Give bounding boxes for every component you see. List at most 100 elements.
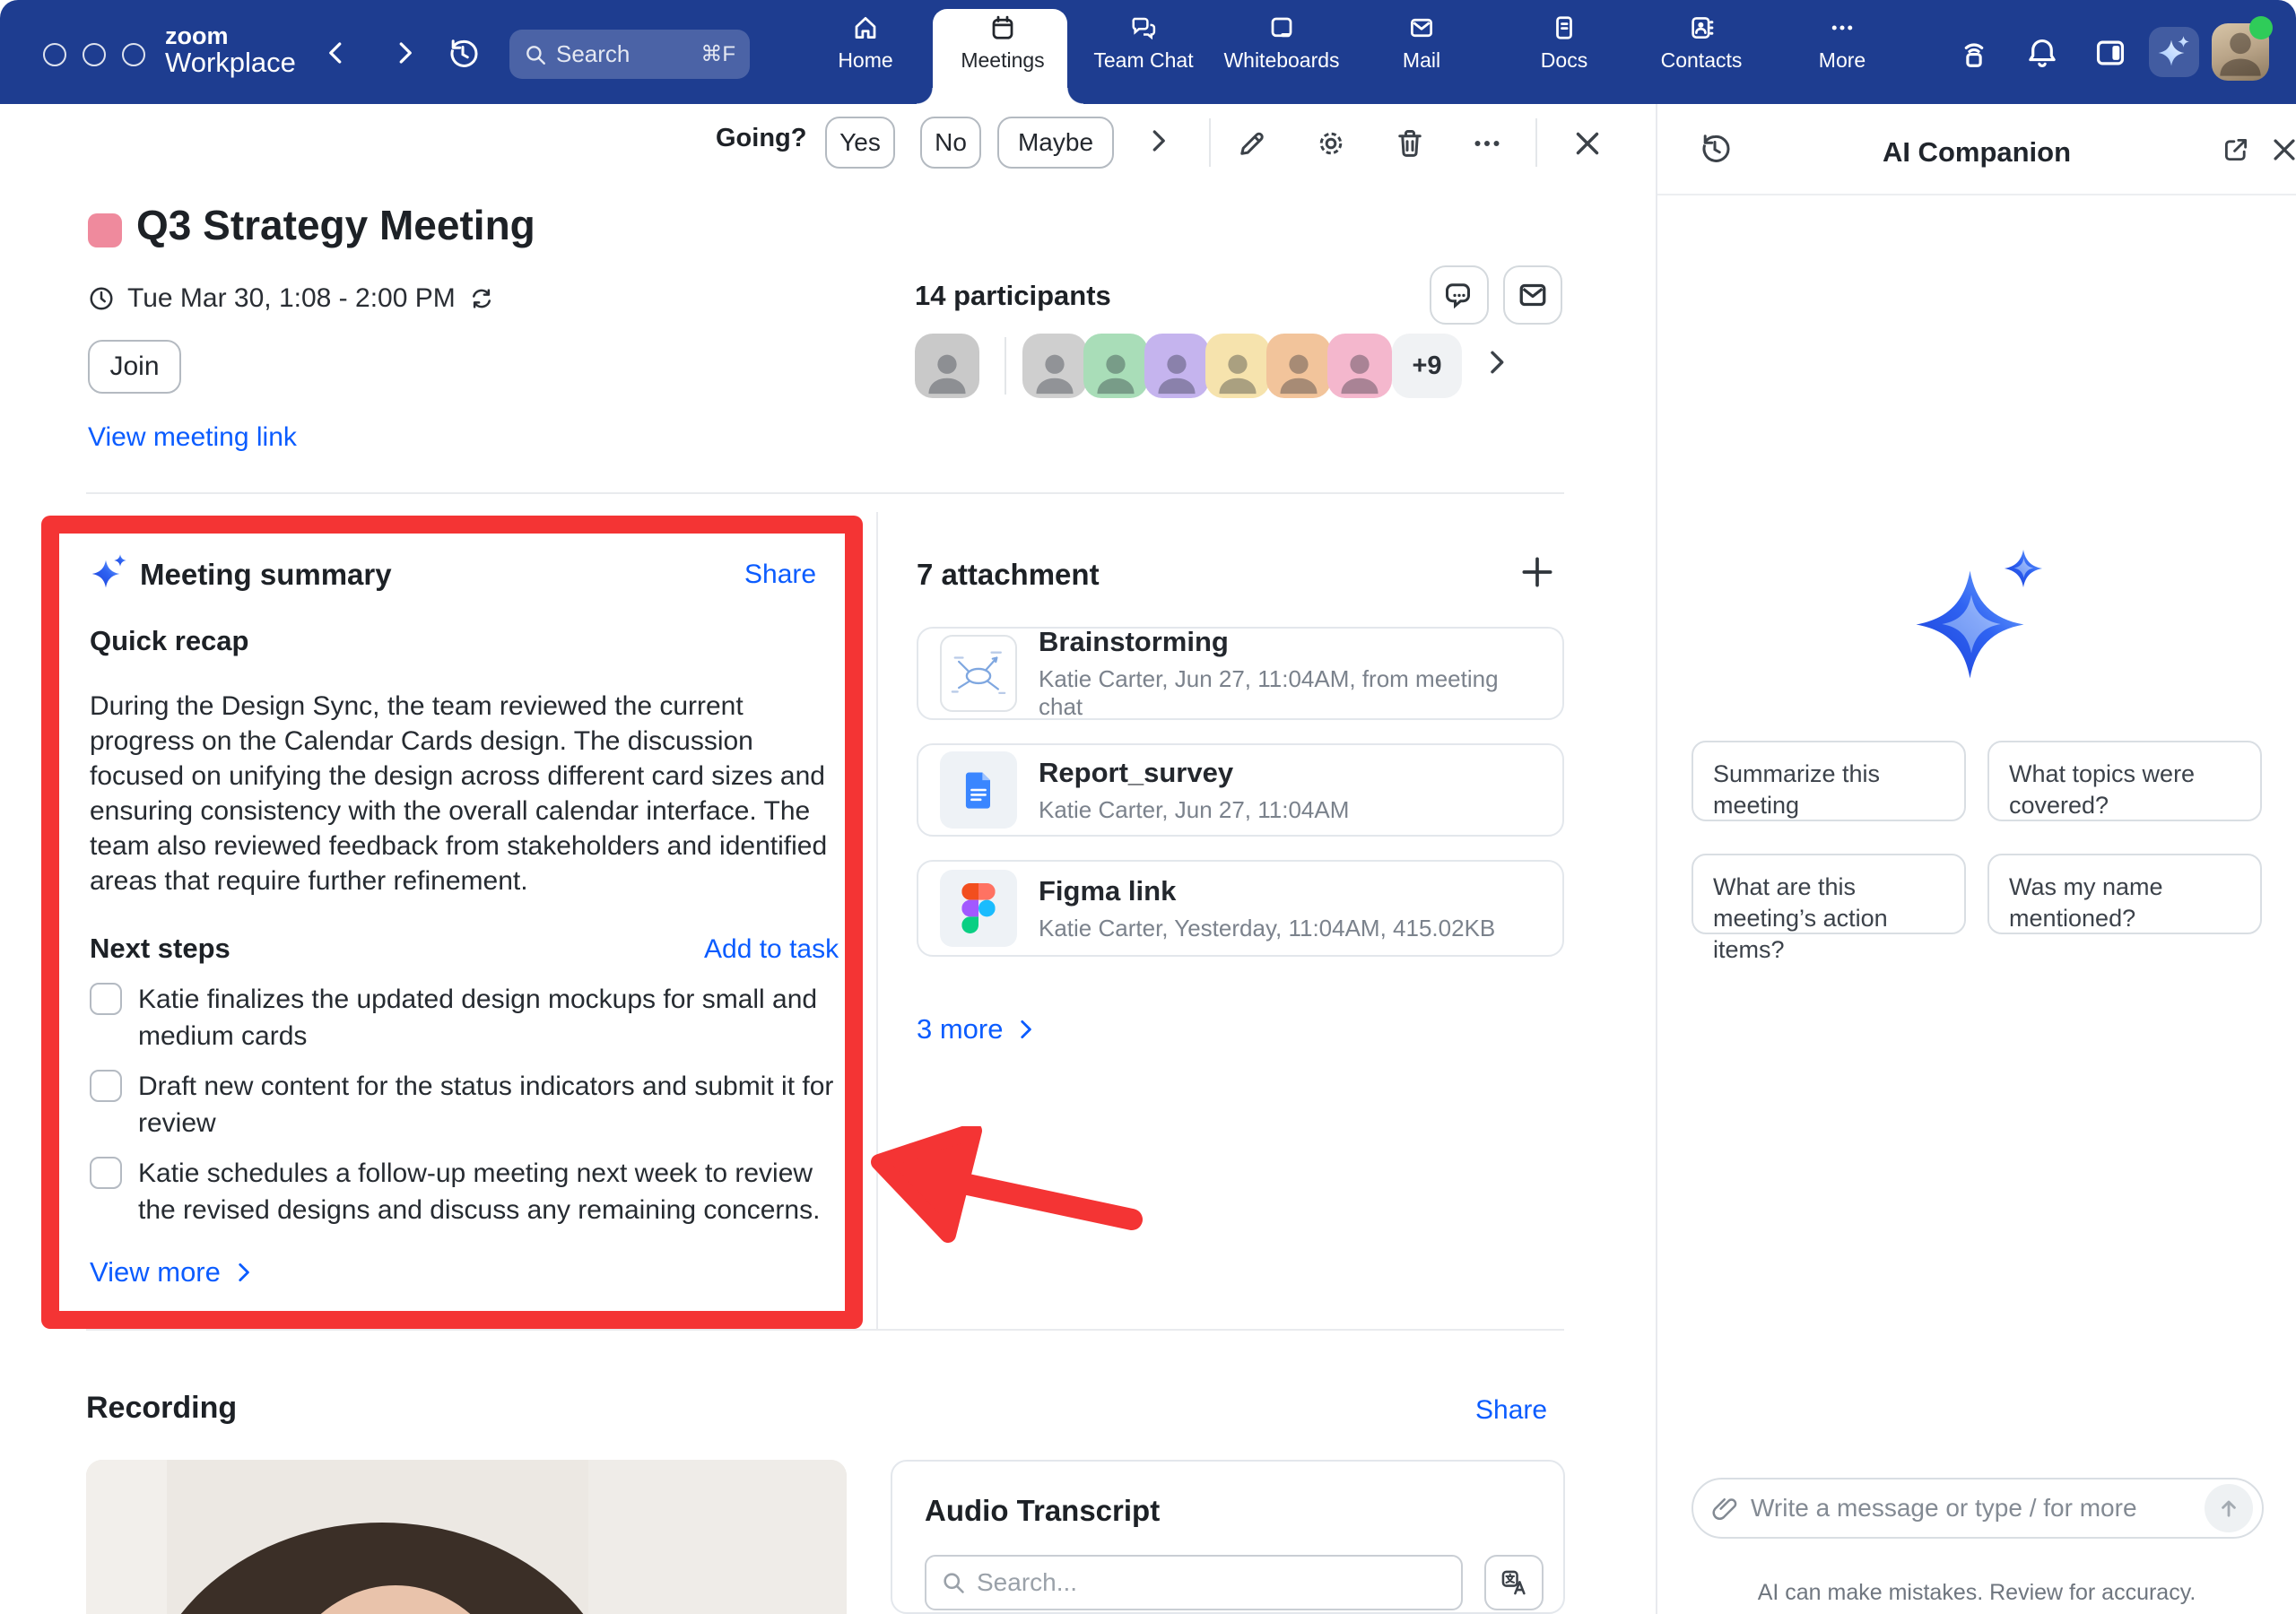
attachment-card-brainstorming[interactable]: Brainstorming Katie Carter, Jun 27, 11:0… <box>917 627 1564 720</box>
notifications-bell-button[interactable] <box>2025 36 2059 70</box>
ai-message-input[interactable]: Write a message or type / for more <box>1692 1478 2264 1539</box>
tab-label: Mail <box>1352 48 1492 73</box>
quick-recap-text: During the Design Sync, the team reviewe… <box>90 689 838 898</box>
ai-chip-topics[interactable]: What topics were covered? <box>1987 741 2262 821</box>
participant-avatar[interactable] <box>1022 334 1087 398</box>
forward-button[interactable] <box>391 39 418 66</box>
ai-companion-toolbar-button[interactable] <box>2149 27 2199 77</box>
tab-mail[interactable]: Mail <box>1352 14 1492 73</box>
window-zoom-button[interactable] <box>122 43 145 66</box>
participant-avatar[interactable] <box>1083 334 1148 398</box>
summary-sparkle-icon <box>90 552 129 592</box>
rsvp-maybe-button[interactable]: Maybe <box>997 117 1114 169</box>
task-item: Draft new content for the status indicat… <box>90 1068 848 1141</box>
tab-contacts[interactable]: Contacts <box>1631 14 1771 73</box>
event-color-chip <box>88 213 122 247</box>
avatar-divider <box>1004 337 1006 395</box>
window-minimize-button[interactable] <box>83 43 106 66</box>
sidebar-toggle-button[interactable] <box>2093 36 2127 70</box>
meeting-time: Tue Mar 30, 1:08 - 2:00 PM <box>127 283 456 314</box>
app-logo: zoom Workplace <box>165 23 296 78</box>
task-text: Katie finalizes the updated design mocku… <box>138 981 848 1054</box>
tab-whiteboards[interactable]: Whiteboards <box>1212 14 1352 73</box>
paperclip-icon[interactable] <box>1711 1495 1738 1522</box>
task-checkbox[interactable] <box>90 983 122 1015</box>
settings-gear-button[interactable] <box>1315 127 1347 160</box>
ai-chip-name-mentioned[interactable]: Was my name mentioned? <box>1987 854 2262 934</box>
attachment-name: Report_survey <box>1039 757 1349 789</box>
chevron-right-icon <box>1013 1018 1037 1041</box>
participant-avatar[interactable] <box>915 334 979 398</box>
view-more-label: View more <box>90 1256 221 1289</box>
attachment-card-report[interactable]: Report_survey Katie Carter, Jun 27, 11:0… <box>917 743 1564 837</box>
top-bar: zoom Workplace Search ⌘F Home Meetings T… <box>0 0 2296 104</box>
rsvp-yes-button[interactable]: Yes <box>825 117 895 169</box>
attachment-meta: Katie Carter, Jun 27, 11:04AM <box>1039 796 1349 824</box>
attachment-meta: Katie Carter, Yesterday, 11:04AM, 415.02… <box>1039 915 1495 942</box>
send-button[interactable] <box>2205 1484 2253 1532</box>
divider <box>1209 118 1211 167</box>
mindmap-thumbnail-icon <box>940 635 1017 712</box>
ai-panel-title: AI Companion <box>1657 136 2296 169</box>
task-checkbox[interactable] <box>90 1070 122 1102</box>
portrait-placeholder <box>86 1460 847 1614</box>
ai-disclaimer: AI can make mistakes. Review for accurac… <box>1657 1580 2296 1606</box>
ai-panel-close-button[interactable] <box>2269 134 2296 165</box>
back-button[interactable] <box>323 39 350 66</box>
tab-home[interactable]: Home <box>796 14 935 73</box>
participants-expand-chevron[interactable] <box>1482 348 1510 377</box>
ai-chip-summarize[interactable]: Summarize this meeting <box>1692 741 1966 821</box>
edit-pencil-button[interactable] <box>1236 127 1268 160</box>
participants-overflow-chip[interactable]: +9 <box>1392 334 1462 398</box>
add-attachment-button[interactable] <box>1518 552 1557 592</box>
tab-docs[interactable]: Docs <box>1494 14 1634 73</box>
tab-label: Home <box>796 48 935 73</box>
tab-meetings[interactable]: Meetings <box>933 14 1073 73</box>
attachments-more-link[interactable]: 3 more <box>917 1013 1037 1046</box>
transcript-search-placeholder: Search... <box>977 1568 1077 1597</box>
tab-label: Contacts <box>1631 48 1771 73</box>
attachment-card-figma[interactable]: Figma link Katie Carter, Yesterday, 11:0… <box>917 860 1564 957</box>
transcript-search-input[interactable]: Search... <box>925 1555 1463 1610</box>
section-divider <box>86 1329 1564 1331</box>
cast-to-device-button[interactable] <box>1957 36 1991 70</box>
task-item: Katie finalizes the updated design mocku… <box>90 981 848 1054</box>
more-options-button[interactable] <box>1471 127 1503 160</box>
recording-title: Recording <box>86 1391 237 1426</box>
attachment-name: Figma link <box>1039 875 1495 907</box>
home-icon <box>796 14 935 41</box>
quick-recap-label: Quick recap <box>90 625 248 657</box>
ai-sparkle-icon <box>2156 34 2192 70</box>
task-checkbox[interactable] <box>90 1157 122 1189</box>
close-button[interactable] <box>1571 127 1604 160</box>
recording-video-thumbnail[interactable] <box>86 1460 847 1614</box>
ai-input-placeholder: Write a message or type / for more <box>1751 1494 2192 1523</box>
chat-participants-button[interactable] <box>1430 265 1489 325</box>
global-search-input[interactable]: Search ⌘F <box>509 30 750 79</box>
rsvp-no-button[interactable]: No <box>920 117 981 169</box>
join-button[interactable]: Join <box>88 340 181 394</box>
rsvp-expand-chevron[interactable] <box>1144 127 1171 154</box>
delete-trash-button[interactable] <box>1394 127 1426 160</box>
tab-team-chat[interactable]: Team Chat <box>1074 14 1213 73</box>
history-button[interactable] <box>447 38 479 70</box>
ai-chip-action-items[interactable]: What are this meeting’s action items? <box>1692 854 1966 934</box>
view-more-link[interactable]: View more <box>90 1256 255 1289</box>
participant-avatar[interactable] <box>1327 334 1392 398</box>
add-to-task-link[interactable]: Add to task <box>704 934 839 965</box>
email-participants-button[interactable] <box>1503 265 1562 325</box>
participant-avatar[interactable] <box>1266 334 1331 398</box>
recording-share-link[interactable]: Share <box>1475 1395 1547 1426</box>
task-item: Katie schedules a follow-up meeting next… <box>90 1155 848 1228</box>
tab-more[interactable]: More <box>1772 14 1912 73</box>
participant-avatar[interactable] <box>1144 334 1209 398</box>
participant-avatar[interactable] <box>1205 334 1270 398</box>
window-close-button[interactable] <box>43 43 66 66</box>
open-in-new-window-button[interactable] <box>2221 134 2251 165</box>
chevron-right-icon <box>231 1261 255 1284</box>
clock-icon <box>88 285 115 312</box>
translate-button[interactable] <box>1484 1555 1544 1610</box>
summary-share-link[interactable]: Share <box>744 560 816 590</box>
tab-label: Team Chat <box>1074 48 1213 73</box>
view-meeting-link[interactable]: View meeting link <box>88 422 297 453</box>
